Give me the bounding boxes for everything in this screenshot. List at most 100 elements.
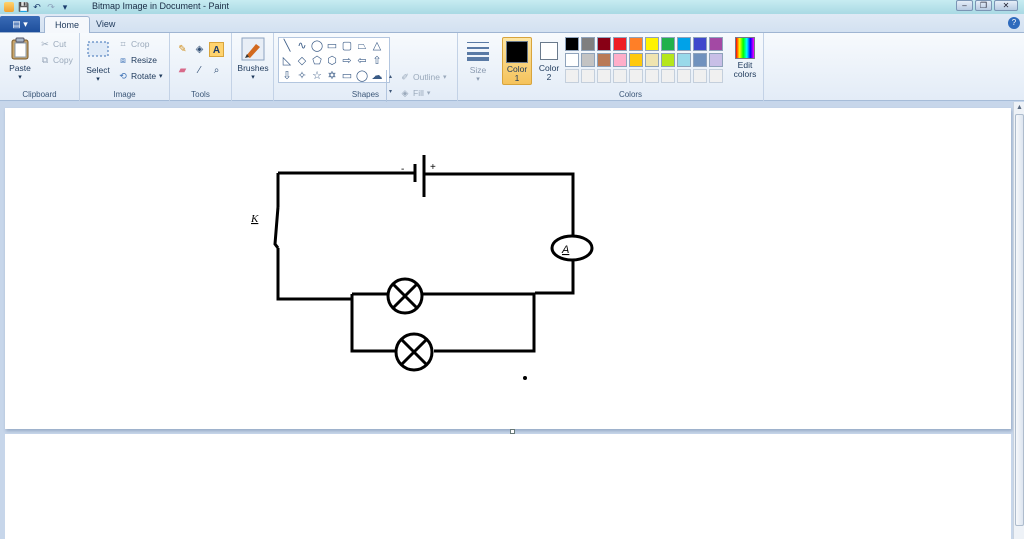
palette-color-swatch[interactable]: [693, 37, 707, 51]
palette-color-swatch[interactable]: [709, 37, 723, 51]
select-button[interactable]: Select ▾: [85, 39, 111, 83]
brush-icon: [241, 37, 265, 61]
polygon-shape-icon[interactable]: ⏢: [355, 39, 369, 53]
drawing-canvas[interactable]: - + K A: [5, 108, 1011, 429]
magnifier-icon[interactable]: ⌕: [209, 63, 224, 78]
six-point-star-shape-icon[interactable]: ✡: [325, 69, 339, 83]
cut-button[interactable]: ✂ Cut: [40, 39, 66, 49]
resize-button[interactable]: ⧈ Resize: [118, 55, 157, 65]
color2-swatch: [540, 42, 558, 60]
palette-color-swatch[interactable]: [677, 53, 691, 67]
palette-color-swatch[interactable]: [597, 37, 611, 51]
left-arrow-shape-icon[interactable]: ⇦: [355, 54, 369, 68]
palette-color-swatch[interactable]: [613, 53, 627, 67]
palette-color-swatch[interactable]: [597, 53, 611, 67]
text-tool-icon[interactable]: A: [209, 42, 224, 57]
color-picker-icon[interactable]: ⁄: [192, 63, 207, 78]
right-arrow-shape-icon[interactable]: ⇨: [340, 54, 354, 68]
color2-button[interactable]: Color 2: [534, 37, 564, 85]
palette-color-swatch[interactable]: [677, 69, 691, 83]
five-point-star-shape-icon[interactable]: ☆: [310, 69, 324, 83]
oval-callout-shape-icon[interactable]: ◯: [355, 69, 369, 83]
palette-color-swatch[interactable]: [677, 37, 691, 51]
document-area-below-canvas: [5, 434, 1011, 539]
redo-icon[interactable]: ↷: [46, 2, 56, 12]
battery-plus-label: +: [430, 162, 436, 173]
oval-shape-icon[interactable]: ◯: [310, 39, 324, 53]
palette-color-swatch[interactable]: [693, 69, 707, 83]
help-icon[interactable]: ?: [1008, 17, 1020, 29]
diamond-shape-icon[interactable]: ◇: [295, 54, 309, 68]
palette-color-swatch[interactable]: [629, 69, 643, 83]
window-title: Bitmap Image in Document - Paint: [92, 1, 230, 11]
palette-color-swatch[interactable]: [565, 69, 579, 83]
palette-color-swatch[interactable]: [645, 53, 659, 67]
size-button[interactable]: Size ▾: [464, 39, 492, 83]
crop-button[interactable]: ⌗ Crop: [118, 39, 149, 49]
pencil-icon[interactable]: ✎: [175, 42, 190, 57]
palette-color-swatch[interactable]: [629, 53, 643, 67]
outline-icon: ✐: [401, 72, 409, 82]
color1-button[interactable]: Color 1: [502, 37, 532, 85]
crop-icon: ⌗: [120, 39, 126, 49]
palette-color-swatch[interactable]: [645, 37, 659, 51]
edit-colors-button[interactable]: Edit colors: [731, 37, 759, 79]
paint-menu-button[interactable]: ▤ ▾: [0, 16, 40, 32]
cloud-callout-shape-icon[interactable]: ☁: [370, 69, 384, 83]
clipboard-group-label: Clipboard: [22, 90, 57, 99]
triangle-shape-icon[interactable]: △: [370, 39, 384, 53]
palette-color-swatch[interactable]: [709, 53, 723, 67]
palette-color-swatch[interactable]: [661, 53, 675, 67]
paste-button[interactable]: Paste ▾: [6, 37, 34, 81]
right-triangle-shape-icon[interactable]: ◺: [280, 54, 294, 68]
switch-k-label: K: [250, 213, 259, 225]
tab-view[interactable]: View: [86, 16, 125, 33]
save-icon[interactable]: 💾: [18, 2, 29, 12]
rounded-callout-shape-icon[interactable]: ▭: [340, 69, 354, 83]
minimize-button[interactable]: –: [956, 0, 973, 11]
four-point-star-shape-icon[interactable]: ✧: [295, 69, 309, 83]
palette-color-swatch[interactable]: [613, 69, 627, 83]
palette-color-swatch[interactable]: [565, 53, 579, 67]
palette-color-swatch[interactable]: [693, 53, 707, 67]
brushes-button[interactable]: Brushes ▾: [235, 37, 271, 81]
palette-color-swatch[interactable]: [581, 53, 595, 67]
battery-minus-label: -: [401, 164, 404, 175]
scroll-up-icon[interactable]: ▲: [1014, 102, 1024, 113]
hexagon-shape-icon[interactable]: ⬡: [325, 54, 339, 68]
palette-color-swatch[interactable]: [597, 69, 611, 83]
resize-icon: ⧈: [120, 55, 126, 65]
fill-bucket-icon[interactable]: ◈: [192, 42, 207, 57]
palette-color-swatch[interactable]: [661, 37, 675, 51]
fill-button[interactable]: ◈ Fill ▾: [400, 88, 431, 98]
customize-dropdown-icon[interactable]: ▾: [60, 2, 70, 12]
palette-color-swatch[interactable]: [613, 37, 627, 51]
palette-color-swatch[interactable]: [581, 37, 595, 51]
vertical-scrollbar[interactable]: ▲: [1013, 102, 1024, 539]
rectangle-shape-icon[interactable]: ▭: [325, 39, 339, 53]
curve-shape-icon[interactable]: ∿: [295, 39, 309, 53]
tab-home[interactable]: Home: [44, 16, 91, 33]
undo-icon[interactable]: ↶: [32, 2, 42, 12]
rotate-button[interactable]: ⟲ Rotate ▾: [118, 71, 162, 81]
palette-color-swatch[interactable]: [581, 69, 595, 83]
palette-color-swatch[interactable]: [565, 37, 579, 51]
outline-button[interactable]: ✐ Outline ▾: [400, 72, 446, 82]
restore-button[interactable]: ❐: [975, 0, 992, 11]
rounded-rectangle-shape-icon[interactable]: ▢: [340, 39, 354, 53]
close-button[interactable]: ✕: [994, 0, 1018, 11]
fill-label: Fill: [413, 88, 424, 98]
palette-color-swatch[interactable]: [645, 69, 659, 83]
palette-color-swatch[interactable]: [709, 69, 723, 83]
line-shape-icon[interactable]: ╲: [280, 39, 294, 53]
down-arrow-shape-icon[interactable]: ⇩: [280, 69, 294, 83]
palette-color-swatch[interactable]: [629, 37, 643, 51]
copy-button[interactable]: ⧉ Copy: [40, 55, 73, 65]
palette-color-swatch[interactable]: [661, 69, 675, 83]
paint-app-icon[interactable]: [4, 2, 14, 12]
wire-right-lower: [535, 259, 575, 295]
up-arrow-shape-icon[interactable]: ⇧: [370, 54, 384, 68]
scrollbar-thumb[interactable]: [1015, 114, 1024, 526]
eraser-icon[interactable]: ▰: [175, 63, 190, 78]
pentagon-shape-icon[interactable]: ⬠: [310, 54, 324, 68]
